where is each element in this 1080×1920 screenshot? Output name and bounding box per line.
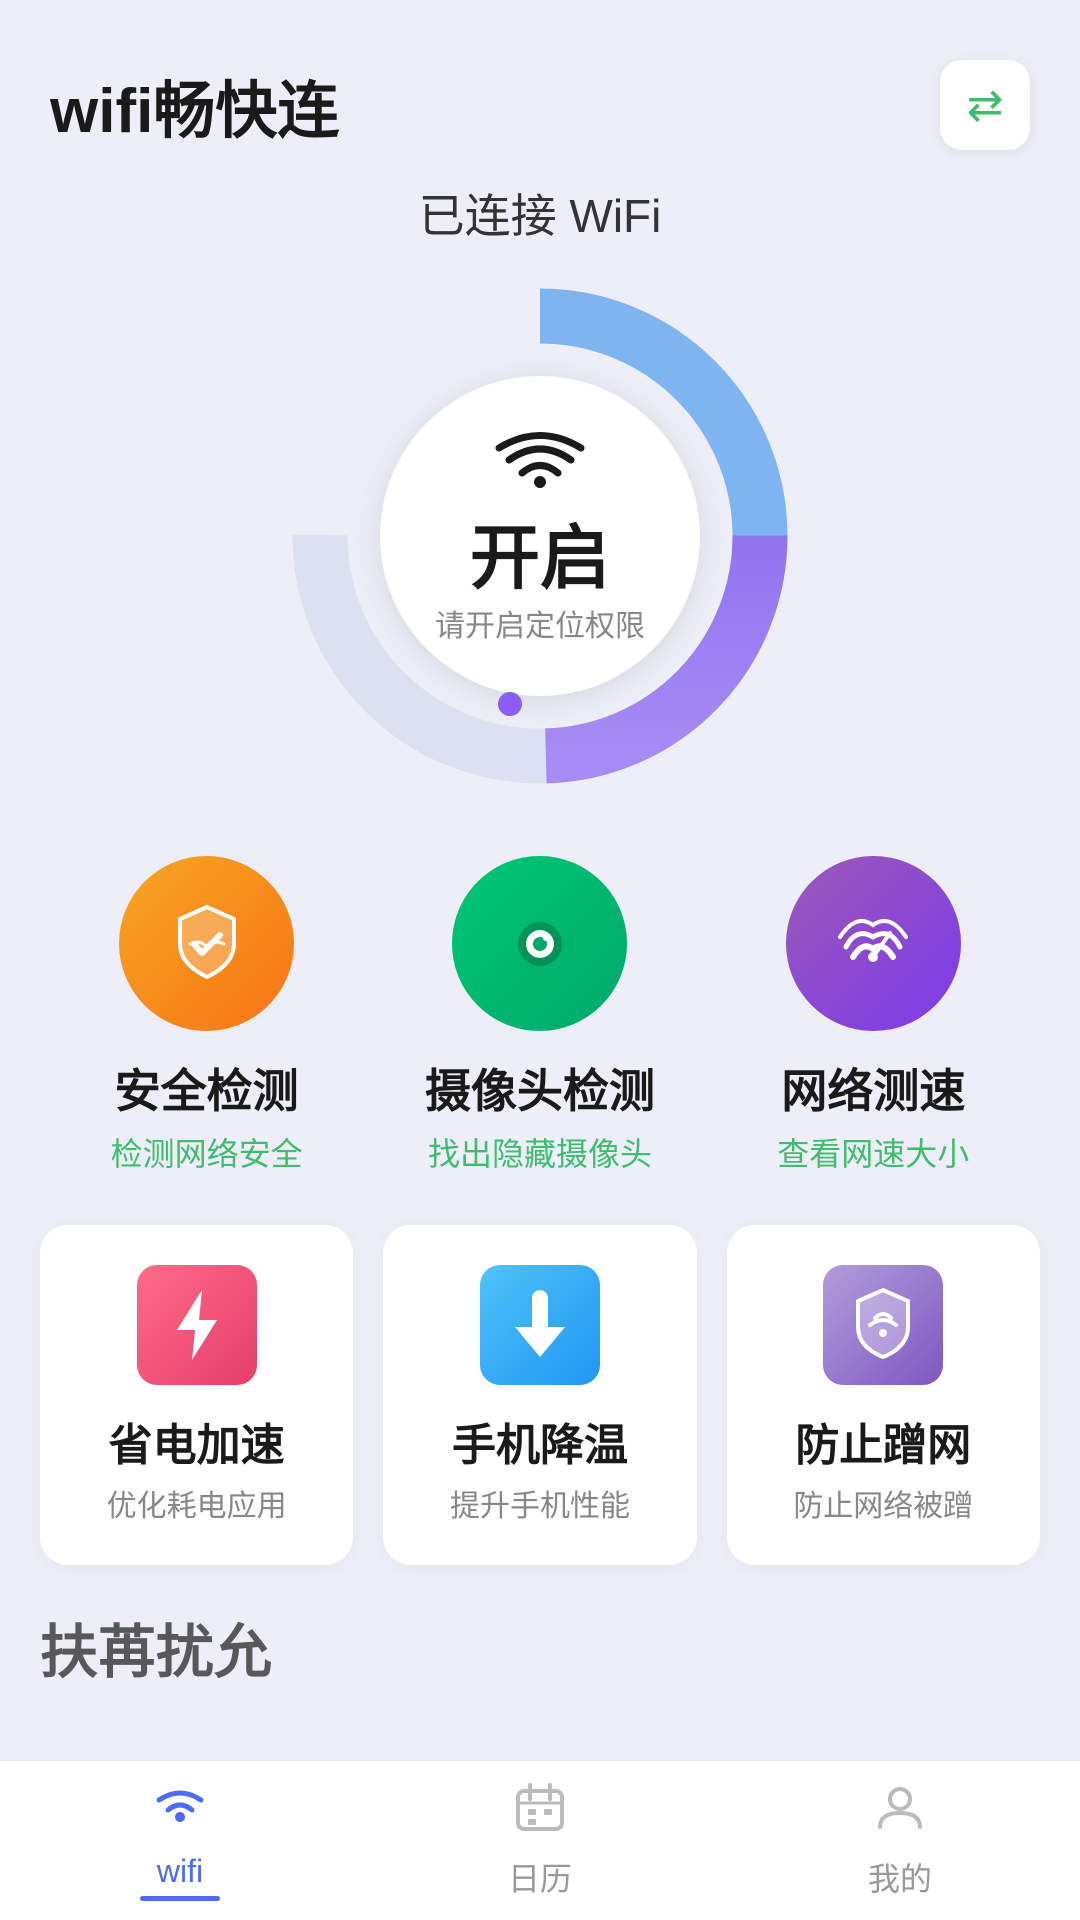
security-desc: 检测网络安全 (111, 1129, 303, 1175)
donut-chart[interactable]: 开启 请开启定位权限 (280, 276, 800, 796)
camera-name: 摄像头检测 (425, 1055, 655, 1121)
battery-desc: 优化耗电应用 (107, 1481, 287, 1525)
partial-section: 扶苒扰允 (0, 1605, 1080, 1689)
speed-icon (828, 899, 918, 989)
nav-calendar[interactable]: 日历 (360, 1781, 720, 1900)
security-name: 安全检测 (115, 1055, 299, 1121)
protect-icon (848, 1285, 918, 1365)
card-protect[interactable]: 防止蹭网 防止网络被蹭 (727, 1225, 1040, 1565)
speed-circle (786, 856, 961, 1031)
calendar-nav-label: 日历 (508, 1854, 572, 1900)
partial-label: 扶苒扰允 (40, 1605, 1040, 1689)
cool-icon (510, 1285, 570, 1365)
security-icon (162, 899, 252, 989)
speed-desc: 查看网速大小 (777, 1129, 969, 1175)
battery-name: 省电加速 (109, 1409, 285, 1473)
wifi-nav-label: wifi (157, 1853, 203, 1890)
battery-icon-box (137, 1265, 257, 1385)
app-title: wifi畅快连 (50, 60, 339, 150)
donut-indicator (498, 692, 522, 716)
cool-name: 手机降温 (452, 1409, 628, 1473)
wifi-nav-icon (152, 1780, 208, 1845)
transfer-button[interactable]: ⇄ (940, 60, 1030, 150)
protect-icon-box (823, 1265, 943, 1385)
features-top-row: 安全检测 检测网络安全 摄像头检测 找出隐藏摄像头 (0, 856, 1080, 1175)
profile-nav-label: 我的 (868, 1854, 932, 1900)
feature-security[interactable]: 安全检测 检测网络安全 (67, 856, 347, 1175)
profile-nav-icon (874, 1781, 926, 1846)
wifi-icon-center (495, 428, 585, 513)
location-permission-label: 请开启定位权限 (435, 601, 645, 645)
cool-icon-box (480, 1265, 600, 1385)
feature-speed[interactable]: 网络测速 查看网速大小 (733, 856, 1013, 1175)
open-label: 开启 (470, 523, 610, 593)
features-cards-row: 省电加速 优化耗电应用 手机降温 提升手机性能 防止蹭网 防止网络被蹭 (0, 1225, 1080, 1565)
calendar-nav-icon (514, 1781, 566, 1846)
nav-profile[interactable]: 我的 (720, 1781, 1080, 1900)
security-circle (119, 856, 294, 1031)
camera-circle (452, 856, 627, 1031)
transfer-icon: ⇄ (967, 80, 1004, 131)
nav-wifi[interactable]: wifi (0, 1780, 360, 1901)
battery-icon (167, 1285, 227, 1365)
header: wifi畅快连 ⇄ (0, 0, 1080, 180)
speed-name: 网络测速 (781, 1055, 965, 1121)
bottom-nav: wifi 日历 我的 (0, 1760, 1080, 1920)
protect-desc: 防止网络被蹭 (793, 1481, 973, 1525)
donut-center[interactable]: 开启 请开启定位权限 (380, 376, 700, 696)
cool-desc: 提升手机性能 (450, 1481, 630, 1525)
card-battery[interactable]: 省电加速 优化耗电应用 (40, 1225, 353, 1565)
camera-icon (495, 899, 585, 989)
feature-camera[interactable]: 摄像头检测 找出隐藏摄像头 (400, 856, 680, 1175)
protect-name: 防止蹭网 (795, 1409, 971, 1473)
card-cool[interactable]: 手机降温 提升手机性能 (383, 1225, 696, 1565)
connected-label: 已连接 WiFi (0, 180, 1080, 246)
camera-desc: 找出隐藏摄像头 (428, 1129, 652, 1175)
